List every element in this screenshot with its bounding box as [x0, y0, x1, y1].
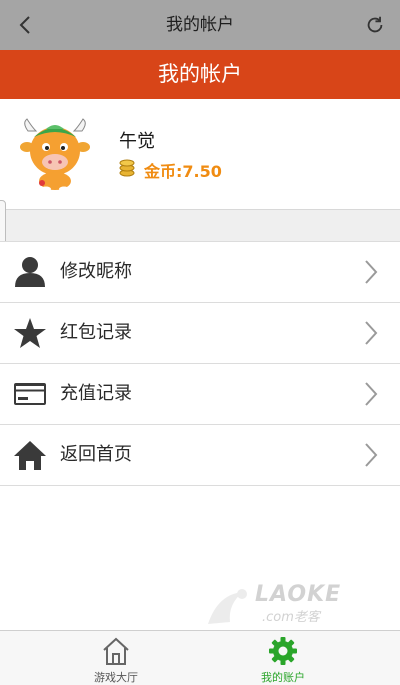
gear-icon — [269, 637, 297, 665]
home-outline-icon — [103, 637, 129, 665]
watermark-text: LAOKE — [255, 582, 342, 607]
star-icon — [14, 318, 46, 348]
refresh-icon[interactable] — [364, 14, 386, 36]
chevron-right-icon — [365, 382, 378, 406]
menu-item-back-home[interactable]: 返回首页 — [0, 424, 400, 486]
tab-label: 我的账户 — [261, 671, 305, 684]
section-divider — [0, 210, 400, 241]
user-icon — [15, 257, 45, 287]
menu-item-recharge-records[interactable]: 充值记录 — [0, 363, 400, 424]
menu-label: 红包记录 — [60, 322, 132, 343]
chevron-right-icon — [365, 321, 378, 345]
chevron-right-icon — [365, 260, 378, 284]
chevron-right-icon — [365, 443, 378, 467]
menu-item-edit-nickname[interactable]: 修改昵称 — [0, 241, 400, 302]
credit-card-icon — [14, 383, 46, 405]
account-banner: 我的帐户 — [0, 50, 400, 99]
menu-label: 充值记录 — [60, 383, 132, 404]
profile-card: 午觉 金币:7.50 — [0, 99, 400, 210]
coin-stack-icon — [119, 159, 135, 177]
coin-amount: 金币:7.50 — [144, 162, 222, 181]
username: 午觉 — [119, 131, 155, 152]
account-menu: 修改昵称 红包记录 充值记录 返回首页 — [0, 241, 400, 486]
top-nav-bar: 我的帐户 — [0, 0, 400, 50]
page-title: 我的帐户 — [166, 15, 234, 35]
menu-label: 返回首页 — [60, 444, 132, 465]
home-icon — [14, 441, 46, 470]
watermark-subtext: .com老客 — [262, 610, 320, 625]
menu-label: 修改昵称 — [60, 261, 132, 282]
menu-item-red-packet-records[interactable]: 红包记录 — [0, 302, 400, 363]
tab-my-account[interactable]: 我的账户 — [183, 631, 383, 685]
banner-title: 我的帐户 — [158, 62, 242, 86]
bottom-tab-bar: 游戏大厅 我的账户 — [0, 630, 400, 685]
avatar[interactable] — [18, 117, 92, 191]
